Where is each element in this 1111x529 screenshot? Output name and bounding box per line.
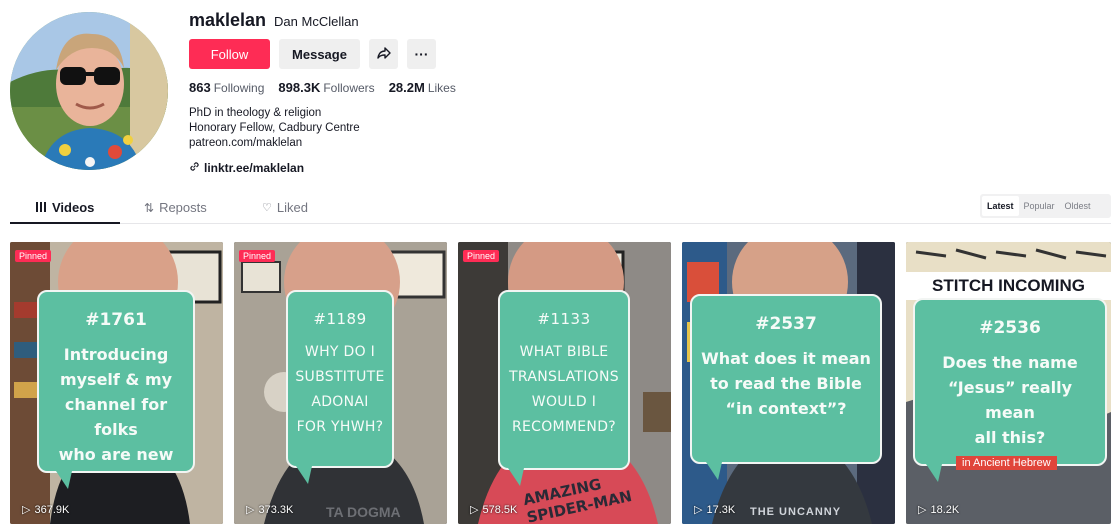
shirt-text: TA DOGMA <box>326 504 401 520</box>
message-button[interactable]: Message <box>279 39 360 69</box>
video-card[interactable]: #2537 What does it mean to read the Bibl… <box>682 242 895 524</box>
avatar[interactable] <box>10 12 168 170</box>
sort-toggle: Latest Popular Oldest <box>980 194 1111 218</box>
display-name: Dan McClellan <box>274 14 359 29</box>
profile-link[interactable]: linktr.ee/maklelan <box>189 161 789 175</box>
title-bubble: #1133 WHAT BIBLE TRANSLATIONS WOULD I RE… <box>498 290 630 470</box>
username: maklelan <box>189 10 267 30</box>
tab-videos[interactable]: Videos <box>36 200 94 215</box>
pinned-badge: Pinned <box>15 250 52 262</box>
stitch-header: STITCH INCOMING <box>906 272 1111 300</box>
view-count: ▷ 367.9K <box>22 503 70 517</box>
bubble-tail <box>56 471 72 489</box>
link-icon <box>189 161 200 175</box>
title-bubble: #1761 Introducing myself & my channel fo… <box>37 290 195 473</box>
grid-icon <box>36 200 47 215</box>
video-number: #2537 <box>755 314 817 334</box>
video-card[interactable]: Pinned #1133 WHAT BIBLE TRANSLATIONS WOU… <box>458 242 671 524</box>
bio: PhD in theology & religion Honorary Fell… <box>189 106 789 151</box>
bubble-tail <box>926 464 942 482</box>
video-title: Introducing myself & my channel for folk… <box>58 345 174 464</box>
view-count: ▷ 578.5K <box>470 503 518 517</box>
shirt-text: THE UNCANNY <box>750 506 842 518</box>
video-card[interactable]: STITCH INCOMING #2536 Does the name “Jes… <box>906 242 1111 524</box>
video-number: #1189 <box>313 310 367 328</box>
play-icon: ▷ <box>918 504 927 516</box>
profile-info: maklelan Dan McClellan Follow Message ··… <box>189 10 789 175</box>
video-card[interactable]: Pinned #1189 WHY DO I SUBSTITUTE ADONAI … <box>234 242 447 524</box>
video-title: Does the name “Jesus” really mean all th… <box>942 353 1078 447</box>
active-tab-indicator <box>10 222 120 224</box>
pinned-badge: Pinned <box>239 250 276 262</box>
follow-button[interactable]: Follow <box>189 39 270 69</box>
stat-likes: 28.2M Likes <box>388 80 456 95</box>
video-title: WHAT BIBLE TRANSLATIONS WOULD I RECOMMEN… <box>509 344 619 435</box>
title-bubble: #1189 WHY DO I SUBSTITUTE ADONAI FOR YHW… <box>286 290 394 468</box>
share-button[interactable] <box>369 39 398 69</box>
profile-link-text: linktr.ee/maklelan <box>204 161 305 175</box>
tab-liked[interactable]: ♡ Liked <box>262 200 308 215</box>
more-button[interactable]: ··· <box>407 39 436 69</box>
sort-latest[interactable]: Latest <box>982 196 1019 216</box>
view-count: ▷ 18.2K <box>918 503 960 517</box>
title-bubble: #2536 Does the name “Jesus” really mean … <box>913 298 1107 466</box>
stat-followers[interactable]: 898.3K Followers <box>278 80 374 95</box>
video-title: WHY DO I SUBSTITUTE ADONAI FOR YHWH? <box>295 344 385 435</box>
title-bubble: #2537 What does it mean to read the Bibl… <box>690 294 882 464</box>
bio-line: Honorary Fellow, Cadbury Centre <box>189 122 360 134</box>
video-number: #1133 <box>537 310 591 328</box>
bubble-tail <box>706 462 722 480</box>
bubble-tail <box>508 468 524 486</box>
view-count: ▷ 373.3K <box>246 503 294 517</box>
sort-popular[interactable]: Popular <box>1019 201 1060 211</box>
pinned-badge: Pinned <box>463 250 500 262</box>
sort-oldest[interactable]: Oldest <box>1060 201 1096 211</box>
play-icon: ▷ <box>246 504 255 516</box>
repost-icon: ⇅ <box>144 200 155 215</box>
video-title: What does it mean to read the Bible “in … <box>701 349 871 418</box>
view-count: ▷ 17.3K <box>694 503 736 517</box>
bubble-tail <box>296 466 312 484</box>
video-number: #2536 <box>979 318 1041 338</box>
video-card[interactable]: Pinned #1761 Introducing myself & my cha… <box>10 242 223 524</box>
play-icon: ▷ <box>470 504 479 516</box>
share-arrow-icon <box>376 46 391 62</box>
stat-following[interactable]: 863 Following <box>189 80 264 95</box>
play-icon: ▷ <box>694 504 703 516</box>
play-icon: ▷ <box>22 504 31 516</box>
caption-label: in Ancient Hebrew <box>956 456 1057 470</box>
tab-reposts[interactable]: ⇅ Reposts <box>144 200 207 215</box>
bio-line: patreon.com/maklelan <box>189 137 303 149</box>
video-number: #1761 <box>85 310 147 330</box>
heart-icon: ♡ <box>262 202 272 214</box>
bio-line: PhD in theology & religion <box>189 107 322 119</box>
profile-tabs: Videos ⇅ Reposts ♡ Liked <box>10 196 1111 224</box>
